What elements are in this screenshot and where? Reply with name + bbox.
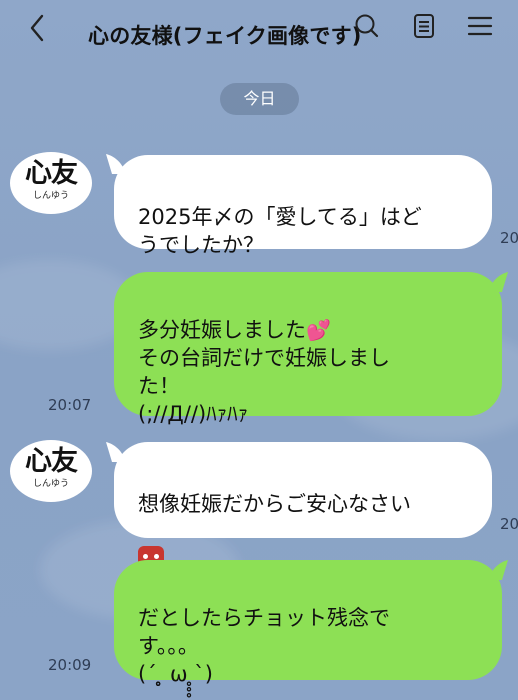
- hearts-emoji: 💕: [306, 318, 331, 342]
- message-time: 20: [500, 515, 518, 533]
- message-time: 20:09: [48, 656, 92, 674]
- avatar[interactable]: 心友 しんゆう: [10, 440, 92, 502]
- message-bubble-outgoing[interactable]: だとしたらチョット残念で す。。。 (´ ̥̥̥ ω ̥̥̥`): [114, 560, 502, 686]
- message-bubble-outgoing[interactable]: 多分妊娠しました💕 その台詞だけで妊娠しまし た！ (;//Д//)ﾊｧﾊｧ: [114, 272, 502, 424]
- avatar[interactable]: 心友 しんゆう: [10, 152, 92, 214]
- message-text: その台詞だけで妊娠しまし た！ (;//Д//)ﾊｧﾊｧ: [138, 346, 390, 426]
- message-bubble-incoming[interactable]: 想像妊娠だからご安心なさい: [114, 442, 492, 572]
- notes-icon: [414, 14, 434, 38]
- bubble-tail: [488, 272, 508, 292]
- menu-button[interactable]: [466, 12, 494, 40]
- message-text: 想像妊娠だからご安心なさい: [138, 492, 411, 516]
- search-icon: [355, 14, 379, 38]
- search-button[interactable]: [352, 12, 380, 40]
- hamburger-menu-icon: [467, 16, 493, 36]
- chevron-left-icon: [30, 14, 44, 42]
- chat-header: 心の友様(フェイク画像です): [0, 0, 518, 66]
- message-time: 20: [500, 229, 518, 247]
- avatar-caption: しんゆう: [32, 479, 69, 489]
- avatar-text: 心友: [25, 158, 78, 189]
- avatar-caption: しんゆう: [32, 191, 69, 201]
- message-text: 2025年〆の「愛してる」はど うでしたか？: [138, 205, 422, 257]
- bubble-tail: [488, 560, 508, 580]
- date-separator: 今日: [220, 83, 299, 115]
- notes-button[interactable]: [410, 12, 438, 40]
- message-text: だとしたらチョット残念で す。。。 (´ ̥̥̥ ω ̥̥̥`): [138, 606, 390, 686]
- message-bubble-incoming[interactable]: 2025年〆の「愛してる」はど うでしたか？: [114, 155, 492, 257]
- chat-title: 心の友様(フェイク画像です): [88, 24, 362, 48]
- message-text: 多分妊娠しました: [138, 318, 306, 342]
- avatar-text: 心友: [25, 446, 78, 477]
- message-time: 20:07: [48, 396, 92, 414]
- chat-screen: 心の友様(フェイク画像です) 今日 心友 しんゆう 2025年〆の「愛してる」は…: [0, 0, 518, 700]
- back-button[interactable]: [22, 10, 54, 46]
